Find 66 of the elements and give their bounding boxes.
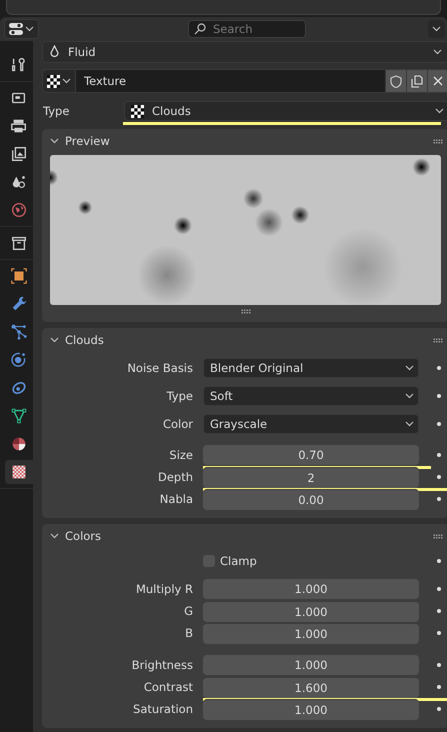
chevron-down-icon: [405, 393, 414, 399]
chevron-down-icon: [405, 421, 414, 427]
field-label: Type: [166, 389, 193, 403]
chevron-down-icon: [405, 365, 414, 371]
keyframe-dot[interactable]: [437, 631, 441, 635]
chevron-icon[interactable]: [50, 337, 59, 343]
chevron-icon[interactable]: [50, 533, 59, 539]
number-field[interactable]: 1.000: [203, 622, 419, 644]
number-field[interactable]: 1.600: [203, 676, 419, 698]
field-label: Color: [162, 417, 193, 431]
checkbox-label: Clamp: [220, 554, 257, 568]
search-icon: [194, 23, 206, 35]
field-label: Saturation: [132, 702, 193, 716]
keyframe-dot[interactable]: [437, 394, 441, 398]
context-dropdown[interactable]: Fluid: [42, 41, 447, 63]
number-field[interactable]: 1.000: [203, 655, 419, 675]
chevron-down-icon: [25, 26, 34, 32]
number-field[interactable]: 0.00: [203, 488, 419, 510]
search-field[interactable]: Search: [188, 20, 306, 38]
panel-title[interactable]: Preview: [65, 134, 427, 148]
keyframe-dot[interactable]: [437, 707, 441, 711]
number-field[interactable]: 1.000: [203, 698, 419, 720]
field-label: Brightness: [130, 658, 193, 672]
keyframe-dot[interactable]: [437, 453, 441, 457]
drag-handle-icon[interactable]: [433, 338, 443, 342]
keyframe-dot[interactable]: [437, 366, 441, 370]
number-field[interactable]: 1.000: [203, 600, 419, 622]
keyframe-dot[interactable]: [437, 663, 441, 667]
dropdown[interactable]: Blender Original: [203, 358, 419, 378]
field-label: Type: [42, 104, 70, 118]
drop-icon: [49, 45, 60, 59]
panel-title[interactable]: Colors: [65, 529, 427, 543]
chevron-icon[interactable]: [50, 138, 59, 144]
keyframe-dot[interactable]: [437, 422, 441, 426]
field-label: Multiply R: [134, 582, 193, 596]
panel-title[interactable]: Clouds: [65, 333, 427, 347]
keyframe-dot[interactable]: [437, 685, 441, 689]
keyframe-dot[interactable]: [437, 559, 441, 563]
checker-icon: [131, 104, 144, 118]
dropdown[interactable]: Grayscale: [203, 414, 419, 434]
keyframe-dot[interactable]: [437, 475, 441, 479]
options-button[interactable]: [428, 20, 445, 38]
field-label: Depth: [156, 470, 193, 484]
resize-handle-icon[interactable]: [240, 309, 250, 314]
keyframe-dot[interactable]: [437, 609, 441, 613]
field-label: G: [183, 604, 193, 618]
keyframe-dot[interactable]: [437, 587, 441, 591]
editor-type-button[interactable]: [4, 19, 39, 39]
keyframe-dot[interactable]: [437, 497, 441, 501]
dropdown[interactable]: Soft: [203, 386, 419, 406]
chevron-down-icon: [435, 108, 444, 114]
field-label: Nabla: [158, 492, 193, 506]
field-label: Noise Basis: [126, 361, 193, 375]
chevron-down-icon: [432, 26, 441, 32]
field-label: B: [184, 626, 193, 640]
drag-handle-icon[interactable]: [433, 138, 443, 144]
number-field[interactable]: 2: [203, 466, 419, 488]
chevron-down-icon: [433, 49, 442, 55]
number-field[interactable]: 1.000: [203, 579, 419, 599]
field-label: Size: [168, 448, 193, 462]
type-dropdown[interactable]: Clouds: [124, 101, 447, 121]
toggle-icon: [9, 23, 23, 35]
properties-tab[interactable]: [5, 460, 33, 484]
drag-handle-icon[interactable]: [433, 534, 443, 538]
field-label: Contrast: [142, 680, 193, 694]
number-field[interactable]: 0.70: [203, 445, 419, 465]
